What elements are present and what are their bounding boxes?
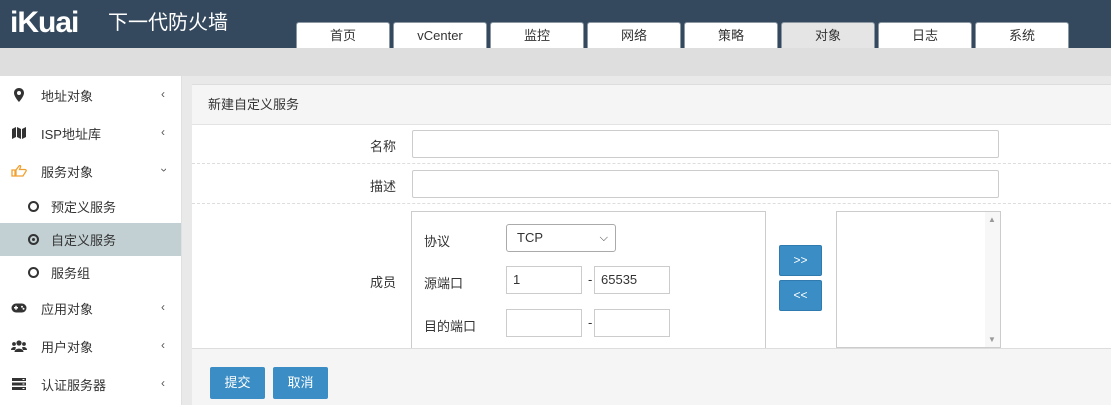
users-icon [10, 338, 28, 354]
sidebar-subitem-service-groups[interactable]: 服务组 [0, 256, 181, 289]
form-footer: 提交 取消 [192, 348, 1111, 405]
sidebar-subitem-label: 预定义服务 [51, 200, 117, 215]
scroll-down-icon[interactable]: ▼ [988, 335, 996, 344]
tab-monitor[interactable]: 监控 [490, 22, 584, 48]
chevron-left-icon: ‹ [161, 300, 165, 314]
map-icon [10, 125, 28, 141]
src-port-from-input[interactable]: 1 [506, 266, 582, 294]
main-nav-tabs: 首页 vCenter 监控 网络 策略 对象 日志 系统 [296, 22, 1072, 48]
dst-port-label: 目的端口 [424, 319, 477, 334]
remove-member-button[interactable]: << [779, 280, 822, 311]
src-port-to-input[interactable]: 65535 [594, 266, 670, 294]
member-label: 成员 [369, 275, 396, 290]
sidebar-item-label: 用户对象 [41, 339, 94, 355]
sidebar-subitem-custom-services[interactable]: 自定义服务 [0, 223, 181, 256]
circle-icon [28, 267, 39, 278]
custom-service-form: 新建自定义服务 名称 描述 成员 协议 TCP ⌵ 源端口 1 - 65535 … [192, 84, 1111, 405]
top-header: iKuai 下一代防火墙 首页 vCenter 监控 网络 策略 对象 日志 系… [0, 0, 1111, 48]
tab-system[interactable]: 系统 [975, 22, 1069, 48]
tab-logs[interactable]: 日志 [878, 22, 972, 48]
dot-circle-icon [28, 234, 39, 245]
sidebar-item-address-objects[interactable]: 地址对象 ‹ [0, 76, 181, 114]
sidebar-item-user-objects[interactable]: 用户对象 ‹ [0, 327, 181, 365]
protocol-select[interactable]: TCP ⌵ [506, 224, 616, 252]
src-port-label: 源端口 [424, 276, 464, 291]
add-member-button[interactable]: >> [779, 245, 822, 276]
chevron-down-icon: ⌵ [599, 232, 608, 244]
sidebar-item-isp-library[interactable]: ISP地址库 ‹ [0, 114, 181, 152]
protocol-label: 协议 [424, 234, 451, 249]
sidebar: 地址对象 ‹ ISP地址库 ‹ 服务对象 ‹ 预定义服务 自定义服务 服务组 应… [0, 76, 182, 405]
chevron-left-icon: ‹ [161, 125, 165, 139]
tab-home[interactable]: 首页 [296, 22, 390, 48]
src-port-range-separator: - [588, 272, 593, 287]
toolbar-strip [0, 48, 1111, 76]
name-row: 名称 [192, 125, 1111, 164]
sidebar-item-label: 地址对象 [41, 88, 94, 104]
tab-policy[interactable]: 策略 [684, 22, 778, 48]
sidebar-item-auth-servers[interactable]: 认证服务器 ‹ [0, 365, 181, 403]
tab-vcenter[interactable]: vCenter [393, 22, 487, 48]
tab-objects[interactable]: 对象 [781, 22, 875, 48]
chevron-left-icon: ‹ [161, 87, 165, 101]
form-title: 新建自定义服务 [192, 85, 1111, 125]
scroll-up-icon[interactable]: ▲ [988, 215, 996, 224]
sidebar-item-service-objects[interactable]: 服务对象 ‹ [0, 152, 181, 190]
sidebar-item-app-objects[interactable]: 应用对象 ‹ [0, 289, 181, 327]
product-title: 下一代防火墙 [108, 10, 228, 34]
dst-port-from-input[interactable] [506, 309, 582, 337]
description-row: 描述 [192, 164, 1111, 204]
dst-port-range-separator: - [588, 315, 593, 330]
sidebar-item-label: ISP地址库 [41, 126, 101, 142]
member-listbox[interactable]: ▲ ▼ [836, 211, 1001, 348]
member-editor: 协议 TCP ⌵ 源端口 1 - 65535 目的端口 - [411, 211, 766, 350]
sidebar-item-label: 应用对象 [41, 301, 94, 317]
chevron-left-icon: ‹ [161, 376, 165, 390]
dst-port-to-input[interactable] [594, 309, 670, 337]
cancel-button[interactable]: 取消 [273, 367, 328, 399]
submit-button[interactable]: 提交 [210, 367, 265, 399]
gamepad-icon [10, 300, 28, 316]
brand-logo: iKuai [10, 6, 79, 39]
sidebar-subitem-predefined-services[interactable]: 预定义服务 [0, 190, 181, 223]
chevron-down-icon: ‹ [156, 168, 170, 172]
name-label: 名称 [369, 139, 396, 154]
name-input[interactable] [412, 130, 999, 158]
sidebar-subitem-label: 服务组 [51, 266, 91, 281]
member-row: 成员 协议 TCP ⌵ 源端口 1 - 65535 目的端口 - >> << ▲… [192, 204, 1111, 350]
sidebar-item-label: 服务对象 [41, 164, 94, 180]
circle-icon [28, 201, 39, 212]
hand-pointer-icon [10, 163, 28, 179]
listbox-scrollbar[interactable]: ▲ ▼ [985, 212, 1000, 347]
tab-network[interactable]: 网络 [587, 22, 681, 48]
sidebar-item-label: 认证服务器 [41, 377, 107, 393]
protocol-select-value: TCP [517, 230, 543, 245]
description-label: 描述 [369, 179, 396, 194]
chevron-left-icon: ‹ [161, 338, 165, 352]
sidebar-subitem-label: 自定义服务 [51, 233, 117, 248]
server-icon [10, 376, 28, 392]
description-input[interactable] [412, 170, 999, 198]
map-marker-icon [10, 87, 28, 103]
